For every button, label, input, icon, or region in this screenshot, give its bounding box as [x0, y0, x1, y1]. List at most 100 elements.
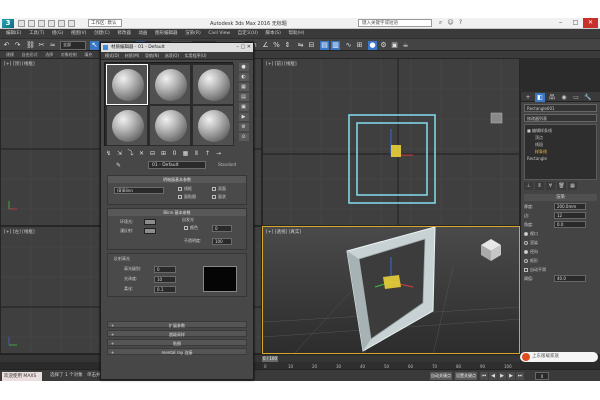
undo-icon[interactable]: [48, 20, 55, 27]
object-name-field[interactable]: Rectangle001: [524, 104, 597, 112]
selection-filter-dropdown[interactable]: 全部: [60, 41, 86, 50]
rollout-rendering[interactable]: 渲染: [524, 194, 597, 201]
show-map-in-viewport-icon[interactable]: ▦: [181, 149, 190, 158]
material-slot[interactable]: [106, 105, 148, 146]
color-option[interactable]: 颜色: [184, 225, 198, 231]
two-sided-checkbox[interactable]: [212, 187, 216, 191]
viewport-perspective[interactable]: [+] [透视] [真实]: [262, 226, 520, 354]
material-slot[interactable]: [149, 64, 191, 105]
menu-animation[interactable]: 动画: [138, 29, 147, 38]
opacity-spinner[interactable]: 100: [212, 238, 232, 245]
make-unique-icon[interactable]: ∀: [546, 182, 555, 190]
sign-in-icon[interactable]: ☺: [446, 19, 455, 27]
menu-rendering[interactable]: 渲染(R): [185, 29, 201, 38]
menu-modifiers[interactable]: 修改器: [117, 29, 131, 38]
motion-tab-icon[interactable]: ◉: [559, 93, 569, 102]
search-icon[interactable]: ⌕: [436, 19, 445, 27]
renderer-option[interactable]: 渲染: [524, 239, 597, 246]
thickness-spinner[interactable]: 200.0mm: [554, 203, 586, 210]
sample-type-icon[interactable]: ●: [238, 63, 249, 71]
make-unique-icon[interactable]: ⊟: [148, 149, 157, 158]
create-tab-icon[interactable]: +: [523, 93, 533, 102]
menu-graph-editors[interactable]: 图形编辑器: [155, 29, 178, 38]
threshold-spinner[interactable]: 40.0: [554, 275, 586, 282]
remove-modifier-icon[interactable]: 🗑: [557, 182, 566, 190]
goto-start-icon[interactable]: ⏮: [480, 372, 488, 380]
layer-explorer-icon[interactable]: ▥: [331, 41, 340, 50]
mirror-icon[interactable]: ⇋: [296, 41, 305, 50]
play-icon[interactable]: ▶: [498, 372, 506, 380]
viewport-radio[interactable]: [524, 232, 528, 236]
auto-smooth-checkbox[interactable]: [524, 268, 528, 272]
auto-key-button[interactable]: 自动关键点: [430, 372, 452, 380]
glossiness-spinner[interactable]: 10: [154, 276, 176, 283]
minimize-button[interactable]: –: [236, 44, 239, 50]
maximize-button[interactable]: □: [568, 18, 583, 28]
app-logo[interactable]: 3: [2, 19, 14, 28]
menu-group[interactable]: 组(G): [52, 29, 64, 38]
material-slot[interactable]: [149, 105, 191, 146]
redo-icon[interactable]: [58, 20, 65, 27]
help-icon[interactable]: ?: [456, 19, 465, 27]
current-frame-field[interactable]: 0: [535, 372, 549, 380]
wire-checkbox[interactable]: [178, 187, 182, 191]
close-button[interactable]: ✕: [583, 18, 598, 28]
ribbon-tab-selection[interactable]: 选择: [45, 51, 53, 58]
unlink-icon[interactable]: ✂: [37, 41, 46, 50]
link-icon[interactable]: ⛓: [26, 41, 35, 50]
options-icon[interactable]: ⚙: [238, 123, 249, 131]
redo-icon[interactable]: ↷: [13, 41, 22, 50]
rollout-extended-parameters[interactable]: + 扩展参数: [107, 321, 247, 328]
auto-smooth-option[interactable]: 自动平滑: [524, 266, 597, 273]
modifier-stack[interactable]: ■ 编辑样条线 顶点 线段 样条线 Rectangle: [524, 124, 597, 180]
self-illum-spinner[interactable]: 0: [212, 225, 232, 232]
track-bar[interactable]: 0 10 20 30 40 50 60 70 80 90 100: [262, 362, 520, 369]
select-by-material-icon[interactable]: ⊙: [238, 133, 249, 141]
blinn-rollout-header[interactable]: Blinn 基本参数: [108, 209, 246, 216]
material-editor-window[interactable]: 材质编辑器 - 01 - Default – □ ✕ 模式(D) 材质(M) 导…: [100, 42, 254, 380]
goto-end-icon[interactable]: ⏭: [516, 372, 524, 380]
project-folder-icon[interactable]: [68, 20, 75, 27]
rectangular-option[interactable]: 矩形: [524, 257, 597, 264]
material-slot[interactable]: [192, 64, 234, 105]
menu-help[interactable]: 帮助(H): [289, 29, 305, 38]
faceted-option[interactable]: 面状: [212, 194, 226, 200]
viewport-label-left[interactable]: [+] [左] [线框]: [4, 229, 35, 235]
rollout-supersampling[interactable]: + 超级采样: [107, 330, 247, 337]
renderer-radio[interactable]: [524, 241, 528, 245]
diffuse-color-swatch[interactable]: [144, 228, 156, 234]
me-menu-utilities[interactable]: 实用程序(U): [185, 52, 207, 60]
viewport-label-top[interactable]: [+] [顶] [线框]: [4, 61, 35, 67]
me-menu-modes[interactable]: 模式(D): [105, 52, 119, 60]
maximize-button[interactable]: □: [240, 44, 245, 50]
render-setup-icon[interactable]: ⚙: [379, 41, 388, 50]
rollout-mental-ray-connection[interactable]: + mental ray 连接: [107, 348, 247, 355]
material-slot[interactable]: [106, 64, 148, 105]
background-icon[interactable]: ▦: [238, 83, 249, 91]
select-object-icon[interactable]: ↖: [90, 41, 99, 50]
two-sided-option[interactable]: 双面: [212, 186, 226, 192]
video-color-check-icon[interactable]: ▣: [238, 103, 249, 111]
render-production-icon[interactable]: ☕: [401, 41, 410, 50]
rendered-frame-window-icon[interactable]: ▣: [390, 41, 399, 50]
menu-civil-view[interactable]: Civil View: [208, 29, 230, 38]
menu-edit[interactable]: 编辑(E): [6, 29, 21, 38]
show-end-result-icon[interactable]: Ⅱ: [192, 149, 201, 158]
me-menu-material[interactable]: 材质(M): [125, 52, 140, 60]
pick-material-eyedropper-icon[interactable]: ✎: [116, 162, 125, 169]
faceted-checkbox[interactable]: [212, 195, 216, 199]
sides-spinner[interactable]: 12: [554, 212, 586, 219]
new-file-icon[interactable]: [18, 20, 25, 27]
spinner-snap-icon[interactable]: ⇕: [283, 41, 292, 50]
material-slot[interactable]: [192, 105, 234, 146]
rectangular-radio[interactable]: [524, 259, 528, 263]
menu-views[interactable]: 视图(V): [71, 29, 87, 38]
workspace-dropdown[interactable]: 工作区: 默认: [88, 19, 122, 27]
viewport-option[interactable]: 视口: [524, 230, 597, 237]
color-checkbox[interactable]: [184, 226, 188, 230]
ribbon-tab-object-paint[interactable]: 对象绘制: [61, 51, 77, 58]
stack-item-rectangle[interactable]: Rectangle: [527, 155, 594, 162]
open-file-icon[interactable]: [28, 20, 35, 27]
stack-item-segment[interactable]: 线段: [527, 141, 594, 148]
viewport-front[interactable]: [+] [前] [线框]: [262, 58, 520, 226]
